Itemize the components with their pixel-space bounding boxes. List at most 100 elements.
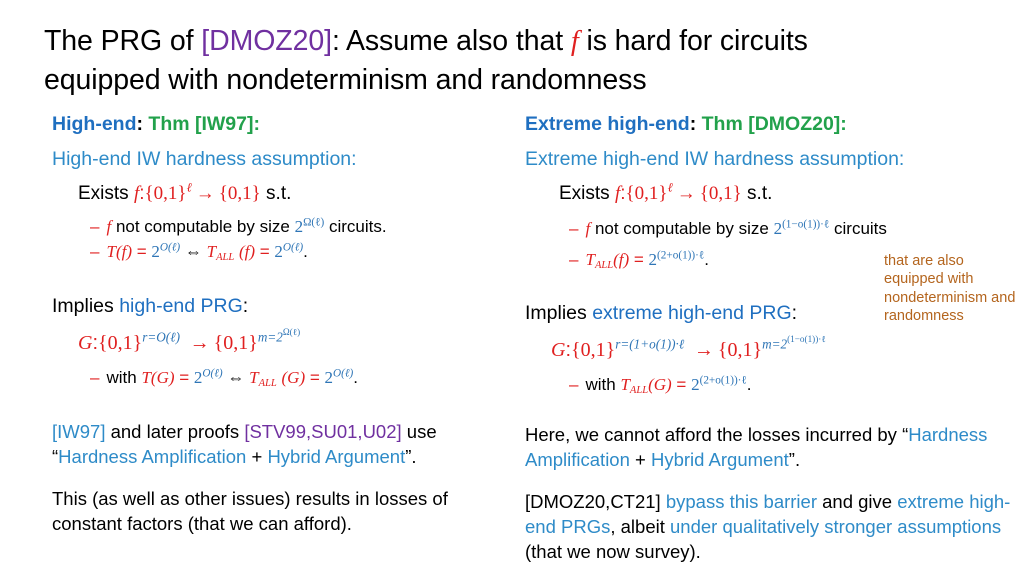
right-bullet-1-fn: f — [585, 219, 591, 239]
title-line-2: equipped with nondeterminism and randomn… — [44, 64, 647, 97]
right-bullet-2-dash: – — [569, 249, 579, 269]
left-with-rhs-sub: ALL — [258, 378, 277, 389]
right-bullet-1: – f not computable by size 2(1−o(1))·ℓ ci… — [569, 217, 1024, 241]
right-exists-domain-sup: ℓ — [667, 180, 673, 195]
left-bullet-1-dash: – — [90, 217, 100, 237]
right-prg-G: G — [551, 339, 566, 362]
left-bullet-1-fn: f — [106, 217, 112, 237]
page-title: The PRG of [DMOZ20]: Assume also that f … — [44, 22, 994, 101]
right-with-base: 2 — [691, 375, 700, 395]
left-bullet-2-eq: = — [136, 241, 147, 261]
left-bullet-2-exp2: O(ℓ) — [282, 240, 304, 253]
right-implies-colon: : — [791, 301, 798, 324]
left-bullet-2-period: . — [303, 241, 308, 261]
right-with-dash: – — [569, 375, 579, 395]
left-bullet-2-base: 2 — [151, 241, 160, 261]
left-bullet-2-dash: – — [90, 241, 100, 261]
left-bullet-2-exp: O(ℓ) — [159, 240, 181, 253]
left-bullet-2-rhs-T: T — [206, 241, 217, 261]
left-with-lhs-arg: (G) — [150, 368, 175, 388]
left-with-period: . — [353, 368, 358, 388]
left-with-eq: = — [179, 368, 190, 388]
left-with-rhs-T: T — [249, 368, 259, 388]
left-implies-highlight: high-end PRG — [119, 294, 243, 317]
left-paragraph-1: [IW97] and later proofs [STV99,SU01,U02]… — [52, 420, 514, 469]
right-header-label: Extreme high-end — [525, 113, 690, 135]
right-para1-text-1: Here, we cannot afford the losses incurr… — [525, 424, 903, 446]
left-prg-range: {0,1} — [213, 332, 258, 355]
right-para2-ref: [DMOZ20,CT21] — [525, 491, 661, 513]
left-para1-text-1: and later proofs — [105, 421, 245, 443]
left-with-exp: O(ℓ) — [202, 367, 223, 380]
title-text-c: is hard for circuits — [578, 25, 808, 57]
left-prg-domain: {0,1} — [98, 332, 143, 355]
right-bullet-2-lhs-arg: (f) — [613, 249, 630, 269]
right-with-lhs-arg: (G) — [648, 375, 672, 395]
right-with-period: . — [746, 375, 752, 395]
right-bullet-2-eq: = — [633, 249, 644, 269]
right-implies-highlight: extreme high-end PRG — [592, 301, 792, 324]
left-implies-word: Implies — [52, 294, 114, 317]
left-prg-range-sup-exp: Ω(ℓ) — [282, 326, 301, 337]
right-para2-highlight-1: bypass this barrier — [665, 491, 817, 513]
left-bullet-2-lhs-T: T — [106, 241, 116, 261]
left-exists-st: s.t. — [266, 182, 292, 204]
left-header-theorem: Thm [IW97]: — [148, 113, 260, 135]
right-exists-arrow: → — [676, 182, 696, 204]
right-with-lhs-T: T — [620, 375, 630, 395]
right-column: Extreme high-end: Thm [DMOZ20]: Extreme … — [525, 112, 1024, 564]
right-bullet-1-text-b: circuits — [834, 219, 887, 239]
left-exists-word: Exists — [78, 182, 129, 204]
right-header-colon: : — [689, 113, 697, 135]
left-prg-arrow: → — [189, 332, 210, 355]
title-symbol-f: f — [570, 26, 579, 57]
left-bullet-1: – f not computable by size 2Ω(ℓ) circuits… — [90, 215, 514, 239]
left-header-colon: : — [136, 113, 143, 135]
left-bullet-1-text-a: not computable by size — [115, 217, 290, 237]
left-bullet-2-iff: ⇔ — [184, 241, 202, 261]
title-text-b: : Assume also that — [331, 25, 571, 57]
right-bullet-2-period: . — [704, 249, 709, 269]
left-bullet-2-lhs-arg: (f) — [115, 241, 132, 261]
right-bullet-1-base: 2 — [773, 219, 783, 239]
left-with-iff: ⇔ — [227, 368, 245, 388]
left-prg-range-sup-m: m=2 — [257, 329, 283, 345]
right-prg-range-sup-exp: (1−o(1))·ℓ — [787, 333, 826, 344]
left-header: High-end: Thm [IW97]: — [52, 112, 514, 136]
right-prg-formula: G:{0,1}r=(1+o(1))·ℓ → {0,1}m=2(1−o(1))·ℓ — [551, 333, 1024, 363]
left-para1-highlight-2: Hybrid Argument — [267, 445, 406, 467]
right-exists-word: Exists — [559, 182, 610, 204]
left-exists-line: Exists f:{0,1}ℓ → {0,1} s.t. — [78, 181, 514, 207]
left-with-rhs-arg: (G) — [281, 368, 306, 388]
left-with-eq2: = — [309, 368, 320, 388]
title-citation-dmoz20: [DMOZ20] — [201, 25, 332, 57]
left-paragraph-2: This (as well as other issues) results i… — [52, 488, 448, 534]
right-exists-domain: {0,1} — [625, 182, 668, 204]
left-para1-ref-others: [STV99,SU01,U02] — [244, 421, 402, 443]
right-paragraph-2: [DMOZ20,CT21] bypass this barrier and gi… — [525, 490, 1024, 564]
left-bullet-1-base: 2 — [294, 217, 304, 237]
right-para2-text-2: and give — [817, 491, 898, 513]
right-paragraph-1: Here, we cannot afford the losses incurr… — [525, 423, 1024, 472]
slide: The PRG of [DMOZ20]: Assume also that f … — [0, 0, 1024, 576]
right-with-line: – with TALL(G) = 2(2+o(1))·ℓ. — [569, 373, 1024, 397]
right-subheader-text: Extreme high-end IW hardness assumption: — [525, 148, 905, 171]
right-exists-line: Exists f:{0,1}ℓ → {0,1} s.t. — [559, 180, 1024, 207]
left-prg-domain-sup: r=O(ℓ) — [142, 329, 181, 345]
left-prg-G: G — [78, 332, 93, 355]
left-implies-colon: : — [242, 294, 249, 317]
right-para1-quote-close: ”. — [788, 448, 801, 470]
right-bullet-2-lhs-T: T — [585, 249, 595, 269]
left-with-line: – with T(G) = 2O(ℓ) ⇔ TALL (G) = 2O(ℓ). — [90, 366, 514, 390]
left-para1-text-2: use — [401, 421, 437, 443]
left-bullet-2-rhs-arg: (f) — [238, 241, 256, 261]
left-with-word: with — [106, 368, 137, 388]
left-bullet-2-rhs-sub: ALL — [216, 251, 235, 263]
right-bullet-2-lhs-sub: ALL — [594, 259, 614, 271]
left-subheader-text: High-end IW hardness assumption: — [52, 148, 357, 171]
right-prg-domain: {0,1} — [571, 339, 616, 362]
left-bullet-1-text-b: circuits. — [328, 217, 387, 237]
left-para1-quote-close: ”. — [405, 445, 417, 467]
right-exists-st: s.t. — [747, 182, 773, 204]
right-bullet-2-base: 2 — [648, 249, 658, 269]
